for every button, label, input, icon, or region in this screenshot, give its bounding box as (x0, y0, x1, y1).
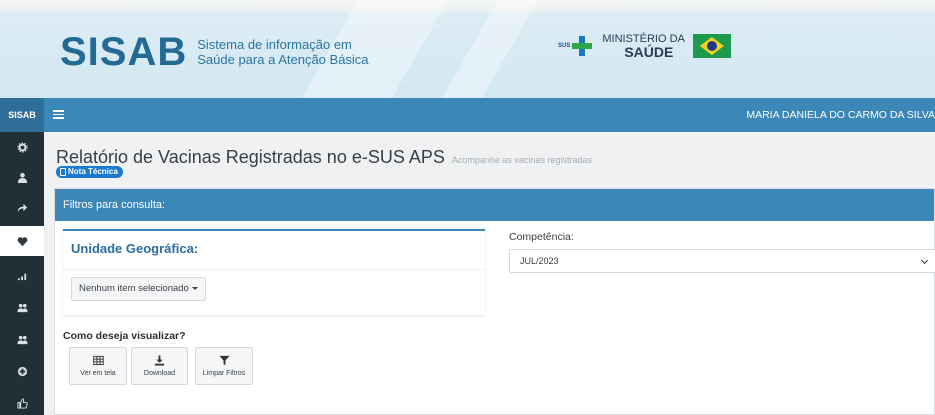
filters-panel: Filtros para consulta: Unidade Geográfic… (54, 188, 935, 415)
sidebar-item-settings[interactable] (0, 132, 44, 162)
geo-unit-dropdown[interactable]: Nenhum item selecionado (71, 277, 206, 301)
table-icon (92, 355, 104, 366)
circle-plus-icon (17, 366, 27, 376)
top-navbar: SISAB MARIA DANIELA DO CARMO DA SILVA (0, 98, 935, 132)
competencia-select[interactable]: JUL/2023 (509, 249, 935, 273)
sidebar-item-feedback[interactable] (0, 388, 44, 415)
geo-unit-title: Unidade Geográfica: (71, 241, 199, 256)
nav-brand[interactable]: SISAB (0, 98, 44, 132)
users-icon (16, 303, 28, 312)
filters-header: Filtros para consulta: (55, 189, 934, 221)
geo-unit-dropdown-label: Nenhum item selecionado (79, 283, 189, 294)
sidebar (0, 132, 44, 415)
limpar-filtros-button[interactable]: Limpar Filtros (195, 347, 253, 385)
logo-wordmark: SISAB (60, 30, 188, 74)
nota-tecnica-label: Nota Técnica (68, 167, 118, 176)
filter-icon (218, 355, 230, 366)
limpar-filtros-label: Limpar Filtros (202, 370, 246, 377)
main-content: Relatório de Vacinas Registradas no e-SU… (44, 132, 935, 415)
competencia-value: JUL/2023 (520, 256, 559, 266)
sidebar-item-add[interactable] (0, 356, 44, 386)
sidebar-item-users[interactable] (0, 292, 44, 322)
user-name[interactable]: MARIA DANIELA DO CARMO DA SILVA (746, 98, 935, 132)
menu-toggle-icon[interactable] (53, 110, 64, 119)
sus-cross-icon (572, 36, 593, 56)
visualizar-label: Como deseja visualizar? (63, 330, 186, 342)
user-icon (17, 172, 27, 183)
sidebar-item-share[interactable] (0, 192, 44, 222)
signal-bars-icon (17, 273, 26, 280)
sidebar-item-user[interactable] (0, 162, 44, 192)
brazil-flag-icon (692, 34, 731, 58)
page-subtitle: Acompanhe as vacinas registradas (451, 155, 592, 165)
logo-subtitle: Sistema de informação em Saúde para a At… (197, 37, 368, 67)
download-icon (154, 355, 165, 366)
caret-down-icon (191, 286, 198, 290)
sisab-logo[interactable]: SISAB Sistema de informação em Saúde par… (60, 32, 369, 72)
nota-tecnica-badge[interactable]: Nota Técnica (56, 166, 123, 178)
sus-mark: SUS (558, 43, 571, 49)
logo-subtitle-line1: Sistema de informação em (197, 37, 352, 52)
banner-decoration (441, 0, 539, 98)
gear-icon (16, 141, 28, 153)
ver-em-tela-label: Ver em tela (80, 370, 116, 377)
share-icon (17, 203, 27, 212)
download-button[interactable]: Download (131, 347, 188, 385)
competencia-label: Competência: (509, 231, 574, 243)
thumbs-up-icon (16, 397, 28, 409)
ministry-logo: SUS MINISTÉRIO DA SAÚDE (558, 33, 731, 59)
chevron-down-icon (920, 256, 929, 265)
sidebar-item-teams[interactable] (0, 324, 44, 354)
header-banner: SISAB Sistema de informação em Saúde par… (0, 0, 935, 98)
download-label: Download (143, 370, 176, 377)
heart-icon (17, 236, 27, 246)
logo-subtitle-line2: Saúde para a Atenção Básica (197, 52, 369, 67)
ministry-text: MINISTÉRIO DA SAÚDE (602, 33, 685, 59)
geo-unit-box: Unidade Geográfica: Nenhum item selecion… (63, 229, 485, 315)
document-icon (60, 168, 66, 176)
sidebar-item-vaccines[interactable] (0, 226, 44, 256)
page-title-text: Relatório de Vacinas Registradas no e-SU… (56, 147, 445, 167)
sidebar-item-reports[interactable] (0, 260, 44, 290)
users-group-icon (16, 335, 28, 344)
ministry-line2: SAÚDE (624, 44, 674, 60)
page-title: Relatório de Vacinas Registradas no e-SU… (56, 147, 592, 168)
divider (63, 269, 485, 270)
ver-em-tela-button[interactable]: Ver em tela (69, 347, 127, 385)
